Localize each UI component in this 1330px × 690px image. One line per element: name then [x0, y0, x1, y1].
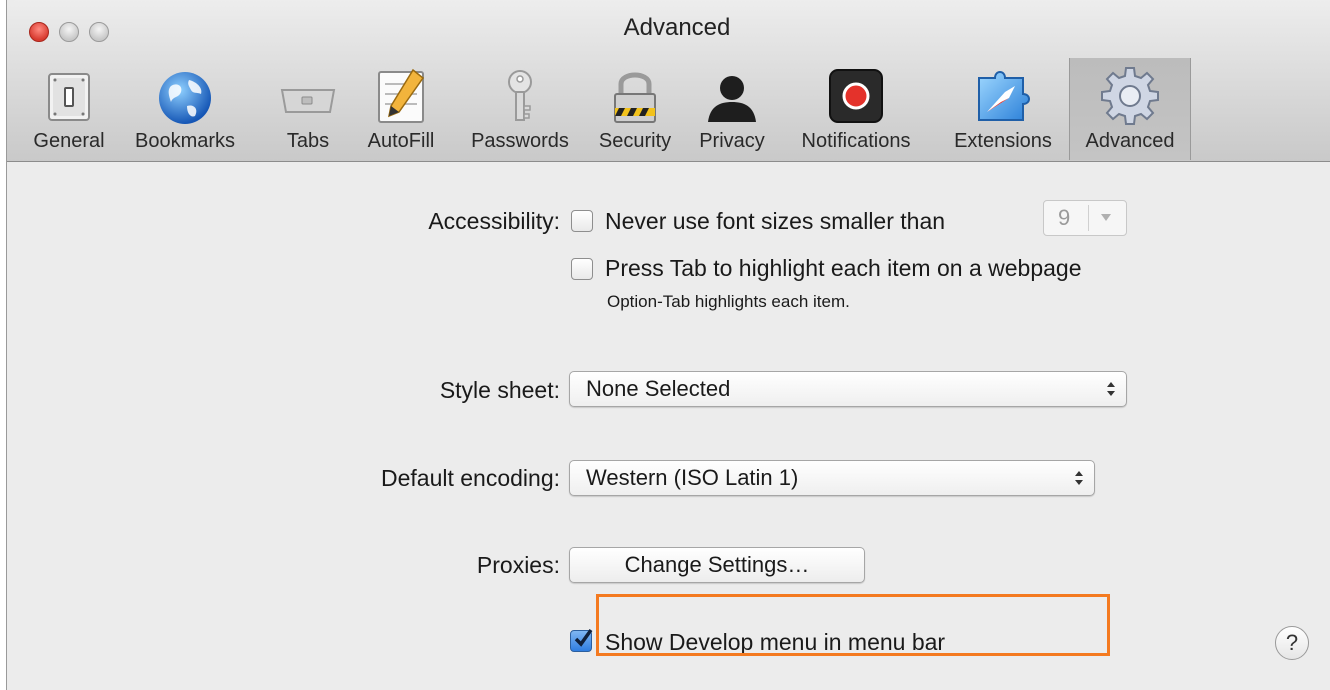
- tab-highlight-checkbox[interactable]: [571, 258, 593, 280]
- toolbar-item-tabs[interactable]: Tabs: [269, 58, 347, 160]
- padlock-icon: [614, 72, 656, 123]
- toolbar-item-notifications[interactable]: Notifications: [781, 58, 931, 160]
- toolbar-item-general[interactable]: General: [19, 58, 119, 160]
- min-font-size-label: Never use font sizes smaller than: [605, 208, 946, 234]
- chevron-down-icon: [1101, 214, 1111, 221]
- toolbar-item-autofill[interactable]: AutoFill: [351, 58, 451, 160]
- stylesheet-select[interactable]: None Selected: [569, 371, 1127, 407]
- globe-icon: [159, 72, 211, 124]
- toolbar-label-tabs: Tabs: [286, 130, 330, 152]
- toolbar-item-privacy[interactable]: Privacy: [689, 58, 775, 160]
- help-button[interactable]: ?: [1275, 626, 1309, 660]
- checkmark-icon: [574, 628, 593, 647]
- encoding-select[interactable]: Western (ISO Latin 1): [569, 460, 1095, 496]
- toolbar-item-security[interactable]: Security: [585, 58, 685, 160]
- person-silhouette-icon: [708, 76, 756, 122]
- toolbar-item-extensions[interactable]: Extensions: [939, 58, 1067, 160]
- record-icon: [829, 69, 883, 123]
- toolbar-label-bookmarks: Bookmarks: [134, 130, 236, 152]
- window-toolbar: Advanced General Bookmarks Tabs AutoFill…: [7, 0, 1330, 162]
- toolbar-label-advanced: Advanced: [1085, 130, 1175, 152]
- toolbar-label-passwords: Passwords: [471, 130, 569, 152]
- autofill-pencil-icon: [378, 68, 425, 123]
- stylesheet-label: Style sheet:: [439, 377, 560, 403]
- preferences-window: Advanced General Bookmarks Tabs AutoFill…: [6, 0, 1330, 690]
- toolbar-item-passwords[interactable]: Passwords: [453, 58, 587, 160]
- tab-highlight-label: Press Tab to highlight each item on a we…: [605, 255, 1082, 281]
- toolbar-item-bookmarks[interactable]: Bookmarks: [125, 58, 245, 160]
- min-font-size-select[interactable]: 9: [1043, 200, 1127, 236]
- up-down-arrows-icon: [1107, 382, 1115, 396]
- toolbar-label-notifications: Notifications: [801, 130, 911, 152]
- min-font-size-value: 9: [1058, 205, 1071, 230]
- accessibility-label: Accessibility:: [428, 208, 560, 234]
- tabs-icon: [280, 89, 336, 113]
- up-down-arrows-icon: [1075, 471, 1083, 485]
- show-develop-menu-checkbox[interactable]: [570, 628, 593, 652]
- min-font-size-checkbox[interactable]: [571, 210, 593, 232]
- toolbar-label-autofill: AutoFill: [367, 130, 435, 152]
- toolbar-label-privacy: Privacy: [699, 130, 765, 152]
- extensions-compass-icon: [978, 71, 1030, 121]
- tab-highlight-hint: Option-Tab highlights each item.: [607, 292, 850, 311]
- general-switch-icon: [48, 73, 90, 121]
- window-title: Advanced: [623, 14, 731, 41]
- key-icon: [508, 70, 532, 121]
- stylesheet-value: None Selected: [586, 376, 731, 401]
- toolbar-item-advanced[interactable]: Advanced: [1069, 58, 1191, 160]
- change-settings-button[interactable]: Change Settings…: [569, 547, 865, 583]
- toolbar-label-general: General: [33, 130, 105, 152]
- encoding-value: Western (ISO Latin 1): [586, 465, 799, 490]
- toolbar-label-security: Security: [598, 130, 672, 152]
- gear-icon: [1101, 67, 1159, 125]
- proxies-label: Proxies:: [476, 552, 560, 578]
- encoding-label: Default encoding:: [380, 465, 560, 491]
- toolbar-label-extensions: Extensions: [954, 130, 1052, 152]
- highlight-box: [596, 594, 1110, 656]
